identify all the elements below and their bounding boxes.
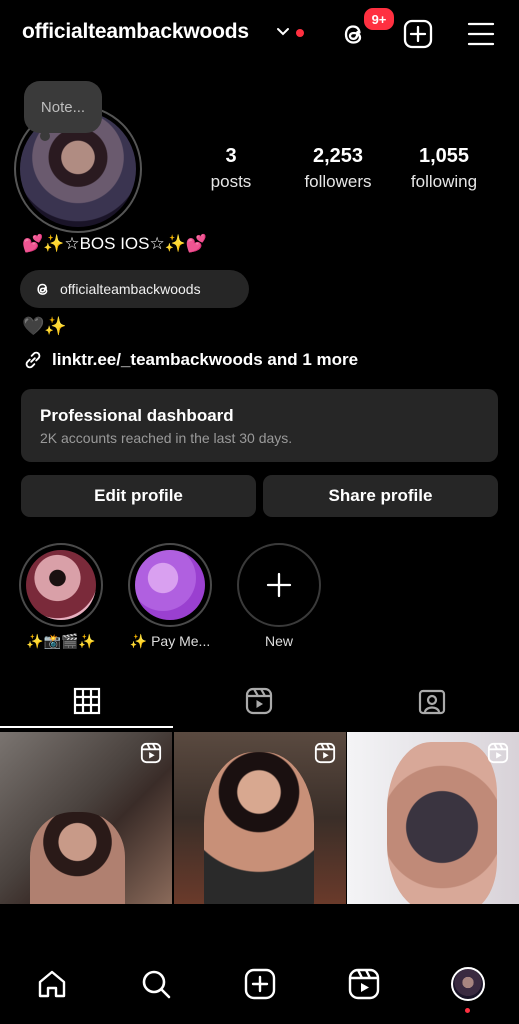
active-tab-indicator [0, 726, 173, 728]
chevron-down-icon[interactable] [275, 24, 291, 40]
highlight-1[interactable] [19, 543, 103, 627]
stat-posts[interactable]: 3 posts [176, 145, 286, 192]
create-icon[interactable] [403, 19, 433, 49]
reels-icon[interactable] [244, 686, 274, 716]
menu-icon[interactable] [466, 19, 496, 49]
stat-followers[interactable]: 2,253 followers [283, 145, 393, 192]
share-profile-button[interactable]: Share profile [263, 475, 498, 517]
bio-link-text: linktr.ee/_teambackwoods and 1 more [52, 350, 359, 369]
profile-username[interactable]: officialteambackwoods [22, 20, 249, 44]
stat-posts-value: 3 [225, 145, 237, 167]
display-name: 💕✨☆BOS IOS☆✨💕 [22, 234, 208, 253]
home-icon[interactable] [35, 967, 69, 1001]
threads-icon [37, 283, 48, 295]
post-thumbnail[interactable] [347, 732, 519, 904]
link-icon [25, 351, 41, 369]
threads-notification-badge: 9+ [362, 6, 396, 32]
stat-following-value: 1,055 [418, 145, 470, 167]
post-thumbnail[interactable] [174, 732, 346, 904]
note-bubble[interactable]: Note... [24, 81, 102, 133]
reel-indicator-icon [487, 742, 509, 764]
profile-tab-avatar[interactable] [451, 967, 485, 1001]
highlight-2[interactable] [128, 543, 212, 627]
grid-icon[interactable] [72, 686, 102, 716]
highlight-2-label: ✨ Pay Me... [129, 633, 211, 649]
reel-indicator-icon [314, 742, 336, 764]
new-highlight-button[interactable] [237, 543, 321, 627]
stat-posts-label: posts [210, 172, 252, 191]
post-thumbnail[interactable] [0, 732, 172, 904]
stat-followers-label: followers [304, 172, 372, 191]
dashboard-subtitle: 2K accounts reached in the last 30 days. [40, 430, 293, 446]
reel-indicator-icon [140, 742, 162, 764]
tagged-icon[interactable] [417, 686, 447, 716]
edit-profile-button[interactable]: Edit profile [21, 475, 256, 517]
threads-profile-link[interactable]: officialteambackwoods [20, 270, 249, 308]
highlight-1-label: ✨📸🎬✨ [26, 633, 96, 649]
new-highlight-label: New [264, 633, 293, 649]
reels-icon[interactable] [347, 967, 381, 1001]
plus-icon [266, 572, 292, 598]
stat-following-label: following [410, 172, 478, 191]
threads-handle: officialteambackwoods [60, 281, 201, 297]
note-bubble-tail [40, 131, 50, 141]
search-icon[interactable] [139, 967, 173, 1001]
stat-followers-value: 2,253 [312, 145, 364, 167]
note-placeholder: Note... [40, 98, 86, 116]
professional-dashboard[interactable]: Professional dashboard 2K accounts reach… [21, 389, 498, 462]
stat-following[interactable]: 1,055 following [389, 145, 499, 192]
create-icon[interactable] [243, 967, 277, 1001]
bio-link[interactable]: linktr.ee/_teambackwoods and 1 more [22, 348, 358, 372]
bio-text: 🖤✨ [22, 316, 67, 336]
notification-dot [296, 29, 304, 37]
profile-tab-notification-dot [465, 1008, 470, 1013]
dashboard-title: Professional dashboard [40, 406, 234, 425]
